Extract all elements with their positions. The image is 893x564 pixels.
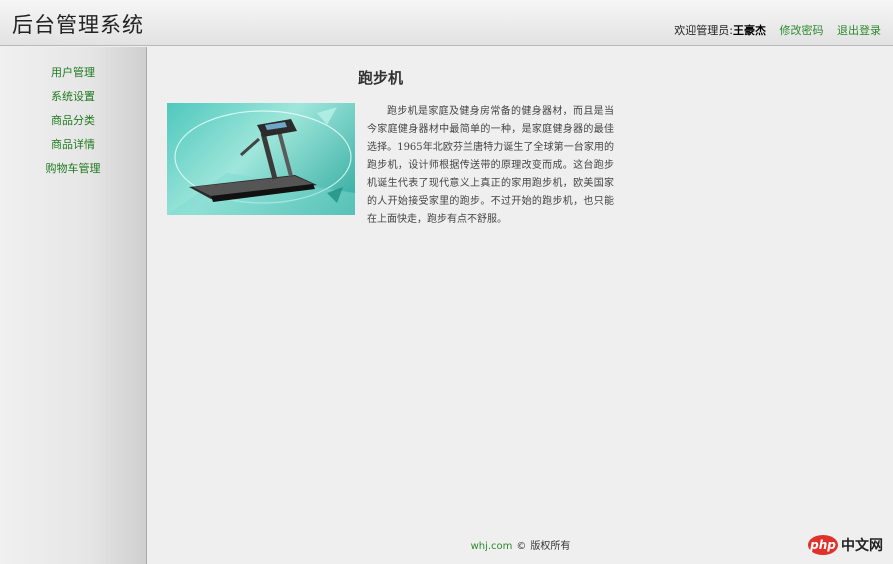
sidebar-link-product-details[interactable]: 商品详情 [51,138,95,151]
copyright-symbol: © [516,541,527,552]
watermark-brand: php [808,535,838,555]
user-bar: 欢迎管理员:王豪杰 修改密码 退出登录 [674,22,881,38]
app-title: 后台管理系统 [12,13,144,37]
treadmill-post [260,132,278,180]
watermark-logo: php 中文网 [808,535,883,555]
sidebar-item-product-details: 商品详情 [0,137,146,161]
sidebar-item-categories: 商品分类 [0,113,146,137]
footer-rights: 版权所有 [530,541,571,552]
sidebar-link-categories[interactable]: 商品分类 [51,114,95,127]
sidebar-item-cart: 购物车管理 [0,161,146,185]
treadmill-handle [240,137,260,157]
main-content: 跑步机 跑步机是家庭及健身房常备的健身器材，而且是当今家庭健身器材中最简单的一种… [148,47,893,564]
header: 后台管理系统 欢迎管理员:王豪杰 修改密码 退出登录 [0,0,893,46]
footer: whj.com © 版权所有 [148,537,893,552]
watermark-text: 中文网 [841,538,883,554]
username: 王豪杰 [733,24,766,37]
sidebar-link-users[interactable]: 用户管理 [51,66,95,79]
sidebar-link-cart[interactable]: 购物车管理 [46,162,101,175]
treadmill-post-2 [277,130,293,177]
sidebar-item-settings: 系统设置 [0,89,146,113]
change-password-link[interactable]: 修改密码 [780,24,824,37]
sidebar-link-settings[interactable]: 系统设置 [51,90,95,103]
treadmill-illustration [167,107,355,215]
logout-link[interactable]: 退出登录 [837,24,881,37]
article-title: 跑步机 [358,69,404,87]
sidebar-item-users: 用户管理 [0,65,146,89]
footer-site: whj.com [470,541,513,552]
welcome-label: 欢迎管理员: [674,24,733,37]
treadmill-image [167,103,355,215]
sidebar: 用户管理 系统设置 商品分类 商品详情 购物车管理 [0,47,147,564]
sidebar-nav: 用户管理 系统设置 商品分类 商品详情 购物车管理 [0,47,146,185]
article: 跑步机是家庭及健身房常备的健身器材，而且是当今家庭健身器材中最简单的一种，是家庭… [167,103,614,229]
